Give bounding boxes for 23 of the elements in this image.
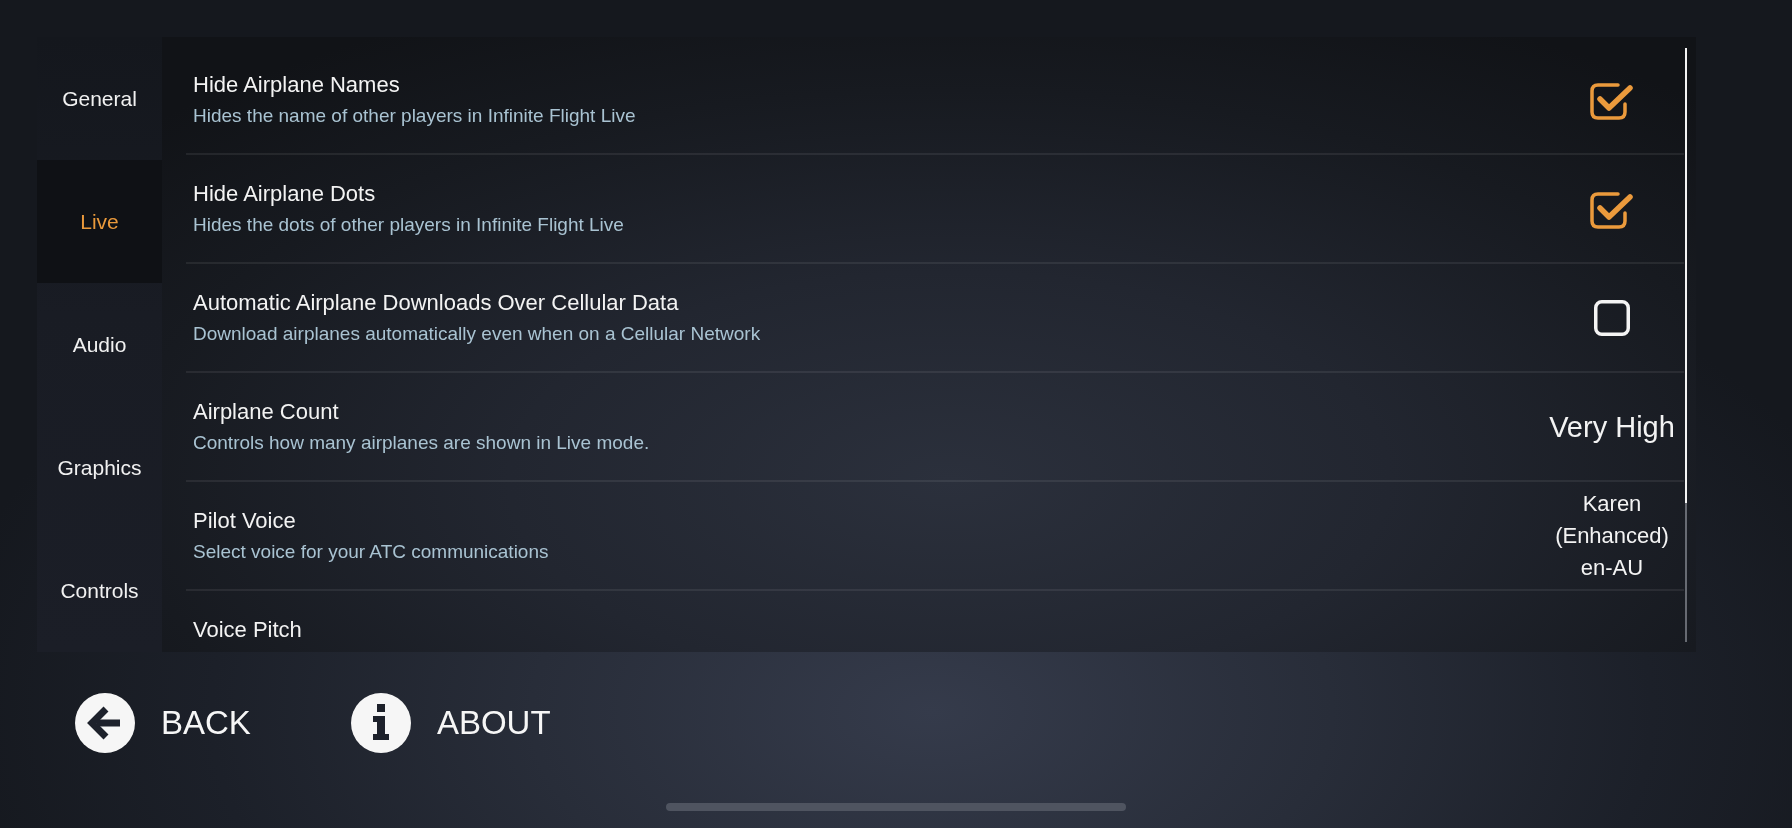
- setting-title: Airplane Count: [193, 400, 339, 424]
- back-button[interactable]: BACK: [75, 693, 251, 753]
- checkbox[interactable]: [1594, 299, 1630, 336]
- setting-title: Voice Pitch: [193, 618, 302, 642]
- setting-title: Hide Airplane Names: [193, 73, 400, 97]
- scrollbar-thumb[interactable]: [1685, 48, 1687, 503]
- sidebar-tab[interactable]: Controls: [37, 529, 162, 652]
- setting-value[interactable]: Very High: [1549, 409, 1675, 444]
- setting-title: Automatic Airplane Downloads Over Cellular Data: [193, 291, 679, 315]
- sidebar-tab[interactable]: Audio: [37, 283, 162, 406]
- setting-description: Hides the dots of other players in Infinite Flight Live: [193, 213, 624, 236]
- sidebar-tab[interactable]: General: [37, 37, 162, 160]
- info-icon: [350, 693, 411, 753]
- setting-title: Pilot Voice: [193, 509, 296, 533]
- setting-description: Hides the name of other players in Infinite Flight Live: [193, 104, 636, 127]
- setting-description: Controls how many airplanes are shown in Live mode.: [193, 431, 650, 454]
- sidebar-tab[interactable]: Live: [37, 160, 162, 283]
- sidebar-tab[interactable]: Graphics: [37, 406, 162, 529]
- setting-value[interactable]: Karen (Enhanced) en-AU: [1542, 487, 1682, 584]
- about-button[interactable]: ABOUT: [350, 693, 551, 753]
- setting-description: Download airplanes automatically even when on a Cellular Network: [193, 322, 761, 345]
- setting-description: Select voice for your ATC communications: [193, 540, 549, 563]
- setting-title: Hide Airplane Dots: [193, 182, 376, 206]
